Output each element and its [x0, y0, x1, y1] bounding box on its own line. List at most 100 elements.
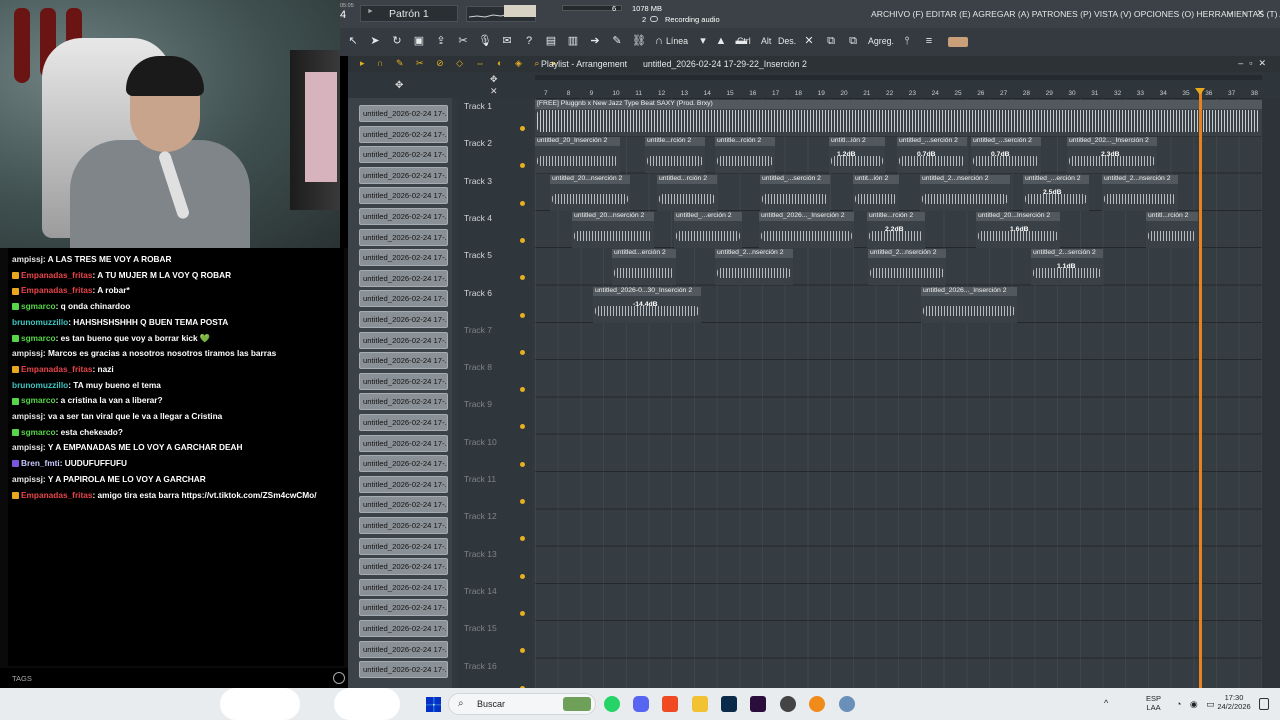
- chat-username[interactable]: brunomuzzillo: [12, 380, 68, 390]
- audio-clip[interactable]: untitled_20...nserción 2: [550, 174, 630, 211]
- audio-clip[interactable]: untitle...rción 2: [645, 137, 705, 174]
- close-icon[interactable]: ✕: [490, 86, 498, 97]
- alt-key[interactable]: Alt: [761, 36, 771, 46]
- brave-icon[interactable]: [662, 696, 678, 712]
- pattern-picker-item[interactable]: untitled_2026-02-24 17-...: [359, 620, 448, 637]
- track-mute-dot[interactable]: [520, 126, 525, 131]
- pattern-picker-item[interactable]: untitled_2026-02-24 17-...: [359, 311, 448, 328]
- pattern-picker-item[interactable]: untitled_2026-02-24 17-...: [359, 125, 448, 143]
- track-name[interactable]: Track 11: [464, 474, 496, 484]
- pattern-picker-item[interactable]: untitled_2026-02-24 17-...: [359, 578, 448, 596]
- paste-icon[interactable]: ⧉: [846, 34, 860, 48]
- track-name[interactable]: Track 7: [464, 325, 492, 335]
- window-icon[interactable]: ▤: [544, 34, 558, 48]
- chat-username[interactable]: Empanadas_fritas: [21, 490, 92, 500]
- pattern-picker-item[interactable]: untitled_2026-02-24 17-...: [359, 517, 448, 534]
- pattern-picker-item[interactable]: untitled_2026-02-24 17-...: [359, 393, 448, 411]
- pattern-picker-item[interactable]: untitled_2026-02-24 17-...: [359, 290, 448, 308]
- chat-username[interactable]: sgmarco: [21, 427, 56, 437]
- track-mute-dot[interactable]: [520, 573, 525, 579]
- trash-icon[interactable]: ≡: [922, 34, 936, 48]
- pattern-picker-item[interactable]: untitled_2026-02-24 17-...: [359, 146, 448, 164]
- language-indicator[interactable]: ESP LAA: [1146, 694, 1161, 712]
- track-name[interactable]: Track 5: [464, 250, 492, 260]
- track-name[interactable]: Track 14: [464, 586, 497, 596]
- whatsapp-icon[interactable]: [604, 696, 620, 712]
- arrow-icon[interactable]: ➤: [368, 34, 382, 48]
- audio-clip[interactable]: untitled_20_Inserción 2: [535, 137, 620, 174]
- pattern-picker-item[interactable]: untitled_2026-02-24 17-...: [359, 496, 448, 514]
- pencil-icon[interactable]: ✎: [610, 34, 624, 48]
- pattern-picker-item[interactable]: untitled_2026-02-24 17-...: [359, 434, 448, 452]
- audio-clip[interactable]: untitled_2026..._Inserción 2: [759, 211, 854, 248]
- audio-clip[interactable]: untitled_20...Inserción 2 1.6dB: [976, 211, 1060, 248]
- audio-clip[interactable]: untitled...rción 2: [657, 174, 717, 211]
- notification-icon[interactable]: [1259, 698, 1269, 710]
- track-mute-dot[interactable]: [520, 349, 525, 355]
- close-icon[interactable]: ✕: [802, 34, 816, 48]
- master-volume-bar[interactable]: [504, 5, 536, 17]
- windows-start-icon[interactable]: [426, 697, 441, 712]
- chat-username[interactable]: Bren_fmti: [21, 458, 60, 468]
- main-menu[interactable]: ARCHIVO (F) EDITAR (E) AGREGAR (A) PATRO…: [871, 9, 1280, 19]
- pattern-picker-item[interactable]: untitled_2026-02-24 17-...: [359, 249, 448, 267]
- pattern-picker-item[interactable]: untitled_2026-02-24 17-...: [359, 208, 448, 225]
- pattern-selector[interactable]: Patrón 1: [360, 5, 458, 22]
- pattern-picker-item[interactable]: untitled_2026-02-24 17-...: [359, 269, 448, 287]
- save-icon[interactable]: ▣: [412, 34, 426, 48]
- play-arrow-icon[interactable]: ➔: [588, 34, 602, 48]
- playlist-window-controls[interactable]: –▫✕: [1238, 58, 1272, 69]
- export-icon[interactable]: ⇪: [434, 34, 448, 48]
- cursor-icon[interactable]: ↖: [346, 34, 360, 48]
- track-mute-dot[interactable]: [520, 499, 525, 504]
- pattern-picker-item[interactable]: untitled_2026-02-24 17-...: [359, 187, 448, 205]
- pin-icon[interactable]: ⫯: [900, 34, 914, 48]
- track-mute-dot[interactable]: [520, 237, 525, 243]
- pattern-picker-item[interactable]: untitled_2026-02-24 17-...: [359, 558, 448, 576]
- track-mute-dot[interactable]: [520, 536, 525, 542]
- audio-clip[interactable]: untitled_2...nserción 2: [1102, 174, 1178, 211]
- pattern-picker-item[interactable]: untitled_2026-02-24 17-...: [359, 475, 448, 493]
- audio-clip[interactable]: untitled_202..._Inserción 2 2.3dB: [1067, 137, 1157, 174]
- audio-clip[interactable]: untitl...ión 2 1.2dB: [829, 137, 885, 174]
- plugin-thumb[interactable]: [948, 37, 968, 47]
- copy-icon[interactable]: ⧉: [824, 34, 838, 48]
- window-controls[interactable]: –▫✕: [1228, 8, 1274, 19]
- ctrl-key[interactable]: Ctrl: [737, 36, 751, 46]
- audio-clip[interactable]: untitled_20...nserción 2: [572, 211, 654, 248]
- pattern-picker-item[interactable]: untitled_2026-02-24 17-...: [359, 352, 448, 370]
- premiere-icon[interactable]: [750, 696, 766, 712]
- file-explorer-icon[interactable]: [692, 696, 708, 712]
- chat-username[interactable]: ampissj: [12, 442, 43, 452]
- track-mute-dot[interactable]: [520, 461, 525, 467]
- pattern-picker-item[interactable]: untitled_2026-02-24 17-...: [359, 640, 448, 658]
- fl-studio-icon[interactable]: [809, 696, 825, 712]
- chat-username[interactable]: Empanadas_fritas: [21, 270, 92, 280]
- chat-username[interactable]: Empanadas_fritas: [21, 285, 92, 295]
- track-mute-dot[interactable]: [520, 200, 525, 206]
- chat-username[interactable]: sgmarco: [21, 333, 56, 343]
- audio-clip[interactable]: untitled_2...nserción 2: [715, 249, 793, 286]
- vertical-scrollbar[interactable]: [1262, 98, 1280, 688]
- track-name[interactable]: Track 13: [464, 549, 497, 559]
- audio-clip[interactable]: untitled_...erción 2 2.5dB: [1023, 174, 1089, 211]
- pattern-picker-icon[interactable]: ✥: [395, 80, 403, 91]
- track-name[interactable]: Track 6: [464, 288, 492, 298]
- audio-clip[interactable]: untitl...rción 2: [1146, 211, 1198, 248]
- track-name[interactable]: Track 10: [464, 437, 497, 447]
- chat-username[interactable]: ampissj: [12, 411, 43, 421]
- audio-clip[interactable]: untitled_2...nserción 2: [868, 249, 946, 286]
- pattern-picker-item[interactable]: untitled_2026-02-24 17-...: [359, 228, 448, 246]
- piano-icon[interactable]: ▥: [566, 34, 580, 48]
- snap-mode[interactable]: Línea: [666, 36, 688, 46]
- track-mute-dot[interactable]: [520, 387, 525, 393]
- audio-clip[interactable]: untitled_...serción 2: [760, 174, 830, 211]
- track-name[interactable]: Track 4: [464, 213, 492, 223]
- pattern-picker-item[interactable]: untitled_2026-02-24 17-...: [359, 166, 448, 184]
- help-icon[interactable]: ?: [522, 34, 536, 48]
- metronome-icon[interactable]: ▲: [714, 34, 728, 48]
- pattern-picker-item[interactable]: untitled_2026-02-24 17-...: [359, 661, 448, 679]
- wifi-volume-battery-icon[interactable]: ◔ ◉ ▭: [1176, 699, 1218, 710]
- audio-clip[interactable]: untitle...rción 2 2.2dB: [867, 211, 925, 248]
- undo-key[interactable]: Des.: [778, 36, 796, 46]
